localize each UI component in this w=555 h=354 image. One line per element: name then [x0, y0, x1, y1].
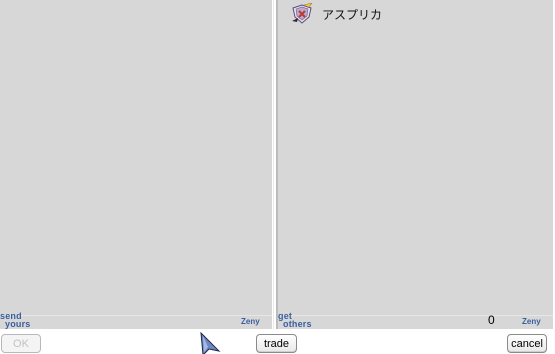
cursor-arrow-icon — [200, 332, 221, 354]
cancel-button[interactable]: cancel — [507, 334, 547, 353]
other-items-footer: get others 0 Zeny — [278, 312, 553, 329]
footer-separator — [0, 315, 272, 316]
footer-separator — [278, 315, 553, 316]
ok-button[interactable]: OK — [1, 334, 41, 353]
item-name: アスプリカ — [322, 7, 383, 22]
yours-label: yours — [5, 319, 31, 329]
your-items-panel[interactable]: send yours Zeny — [0, 0, 273, 329]
trade-button[interactable]: trade — [256, 334, 297, 353]
other-items-panel[interactable]: アスプリカ get others 0 Zeny — [277, 0, 553, 329]
send-yours-label: send yours — [0, 312, 31, 329]
your-zeny-label: Zeny — [241, 317, 260, 326]
get-others-label: get others — [278, 312, 312, 329]
asprika-shield-icon — [292, 3, 313, 24]
trade-item[interactable]: アスプリカ — [290, 3, 382, 25]
your-items-footer: send yours Zeny — [0, 312, 272, 329]
other-zeny-amount: 0 — [488, 313, 495, 327]
other-zeny-label: Zeny — [522, 317, 541, 326]
others-label: others — [283, 319, 312, 329]
